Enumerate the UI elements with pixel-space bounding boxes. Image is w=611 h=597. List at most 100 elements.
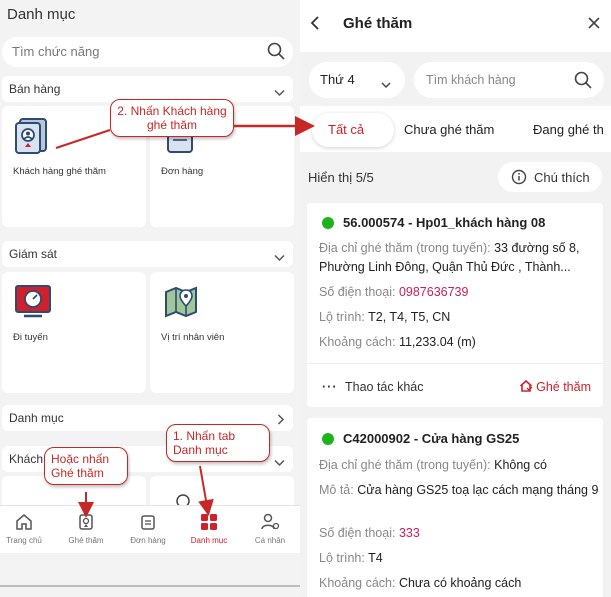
tile-label: Đi tuyến <box>13 332 48 343</box>
customer-search-input[interactable]: Tìm khách hàng <box>414 62 604 98</box>
customer-card[interactable]: 56.000574 - Hp01_khách hàng 08 Địa chỉ g… <box>307 203 603 407</box>
close-icon[interactable] <box>587 16 601 35</box>
more-dots-icon: ··· <box>322 380 338 394</box>
tile-label: Đơn hàng <box>161 166 204 177</box>
catalog-panel: Danh mục Tìm chức năng Bán hàng Khách hà… <box>0 0 300 597</box>
user-settings-icon <box>260 513 280 536</box>
grid-icon <box>200 513 218 536</box>
nav-profile[interactable]: Cá nhân <box>240 506 300 554</box>
phone-key: Số điện thoại: <box>319 285 396 299</box>
section-monitor-header[interactable]: Giám sát <box>2 241 293 267</box>
address-key: Địa chỉ ghé thăm (trong tuyến): <box>319 241 491 255</box>
home-indicator <box>0 585 300 587</box>
page-title: Danh mục <box>7 6 76 23</box>
chevron-down-icon <box>381 76 391 94</box>
more-actions-label: Thao tác khác <box>344 380 424 394</box>
nav-catalog[interactable]: Danh mục <box>179 506 239 554</box>
nav-home[interactable]: Trang chủ <box>0 506 54 554</box>
search-placeholder: Tìm khách hàng <box>426 73 516 87</box>
day-select-value: Thứ 4 <box>320 72 355 87</box>
route-key: Lộ trình: <box>319 551 365 565</box>
order-icon <box>139 513 157 536</box>
distance-value: 11,233.04 (m) <box>398 335 476 349</box>
nav-label: Cá nhân <box>254 536 286 545</box>
tab-all[interactable]: Tất cả <box>328 122 364 137</box>
distance-row: Khoảng cách: Chưa có khoảng cách <box>319 574 599 593</box>
description-key: Mô tả: <box>319 483 354 497</box>
chevron-down-icon <box>274 84 285 102</box>
distance-value: Chưa có khoảng cách <box>398 576 522 590</box>
function-search-input[interactable]: Tìm chức năng <box>2 37 293 67</box>
tile-staff-location[interactable]: Vị trí nhân viên <box>150 272 294 393</box>
result-count: Hiển thị 5/5 <box>308 170 374 185</box>
callout-step-1: 1. Nhấn tab Danh mục <box>166 424 270 462</box>
legend-button[interactable]: Chú thích <box>498 162 602 192</box>
customer-visit-icon <box>14 116 50 163</box>
visit-icon <box>77 513 95 536</box>
tab-visiting[interactable]: Đang ghé th <box>533 122 604 137</box>
section-label: Danh mục <box>9 411 64 425</box>
info-icon <box>511 169 527 190</box>
visit-button[interactable]: Ghé thăm <box>519 379 591 396</box>
distance-key: Khoảng cách: <box>319 335 396 349</box>
bottom-nav: Trang chủ Ghé thăm Đơn hàng Danh mục Cá … <box>0 505 300 553</box>
nav-visit[interactable]: Ghé thăm <box>56 506 116 554</box>
tile-route[interactable]: Đi tuyến <box>2 272 146 393</box>
route-monitor-icon <box>14 282 54 329</box>
visit-home-icon <box>519 379 533 396</box>
address-key: Địa chỉ ghé thăm (trong tuyến): <box>319 458 491 472</box>
day-select[interactable]: Thứ 4 <box>309 62 405 98</box>
description-value: Cửa hàng GS25 toạ lạc cách mạng tháng 9 <box>357 483 599 497</box>
back-icon[interactable] <box>310 15 320 36</box>
tab-not-visited[interactable]: Chưa ghé thăm <box>404 122 494 137</box>
header: Ghé thăm <box>300 0 611 52</box>
search-icon <box>574 71 592 94</box>
route-row: Lộ trình: T4 <box>319 549 599 568</box>
nav-orders[interactable]: Đơn hàng <box>118 506 178 554</box>
more-actions-button[interactable]: ··· Thao tác khác <box>322 380 424 394</box>
description-row: Mô tả: Cửa hàng GS25 toạ lạc cách mạng t… <box>319 481 599 500</box>
visit-panel: Ghé thăm Thứ 4 Tìm khách hàng Tất cả Chư… <box>300 0 611 597</box>
status-dot <box>322 217 334 229</box>
screen: Danh mục Tìm chức năng Bán hàng Khách hà… <box>0 0 611 597</box>
address-row: Địa chỉ ghé thăm (trong tuyến): 33 đường… <box>319 239 599 277</box>
route-key: Lộ trình: <box>319 310 365 324</box>
nav-label: Trang chủ <box>6 536 42 545</box>
address-row: Địa chỉ ghé thăm (trong tuyến): Không có <box>319 456 599 475</box>
tile-label: Vị trí nhân viên <box>161 332 225 343</box>
address-value: Không có <box>494 458 547 472</box>
section-label: Khách <box>9 452 44 466</box>
chevron-down-icon <box>274 454 285 472</box>
status-dot <box>322 433 334 445</box>
route-value: T4 <box>368 551 383 565</box>
phone-row: Số điện thoại: 0987636739 <box>319 283 599 302</box>
phone-row: Số điện thoại: 333 <box>319 524 599 543</box>
distance-row: Khoảng cách: 11,233.04 (m) <box>319 333 599 352</box>
distance-key: Khoảng cách: <box>319 576 396 590</box>
callout-alternative: Hoặc nhấn Ghé thăm <box>44 447 128 485</box>
search-icon <box>267 42 285 65</box>
nav-label: Ghé thăm <box>68 536 104 545</box>
chevron-right-icon <box>277 412 285 430</box>
nav-label: Danh mục <box>190 536 228 545</box>
search-placeholder: Tìm chức năng <box>12 44 100 59</box>
route-row: Lộ trình: T2, T4, T5, CN <box>319 308 599 327</box>
customer-card[interactable]: C42000902 - Cửa hàng GS25 Địa chỉ ghé th… <box>307 418 603 597</box>
section-label: Giám sát <box>9 247 58 261</box>
divider <box>307 363 603 364</box>
chevron-down-icon <box>274 249 285 267</box>
section-label: Bán hàng <box>9 82 61 96</box>
visit-label: Ghé thăm <box>536 380 591 394</box>
customer-name: 56.000574 - Hp01_khách hàng 08 <box>343 215 546 230</box>
phone-value[interactable]: 333 <box>399 526 420 540</box>
map-pin-icon <box>162 282 202 329</box>
callout-step-2: 2. Nhấn Khách hàng ghé thăm <box>110 99 234 137</box>
tile-label: Khách hàng ghé thăm <box>13 166 106 177</box>
home-icon <box>15 513 33 536</box>
phone-value[interactable]: 0987636739 <box>399 285 469 299</box>
page-title: Ghé thăm <box>343 15 413 32</box>
route-value: T2, T4, T5, CN <box>368 310 451 324</box>
nav-label: Đơn hàng <box>130 536 166 545</box>
customer-name: C42000902 - Cửa hàng GS25 <box>343 431 520 446</box>
legend-label: Chú thích <box>534 170 590 185</box>
